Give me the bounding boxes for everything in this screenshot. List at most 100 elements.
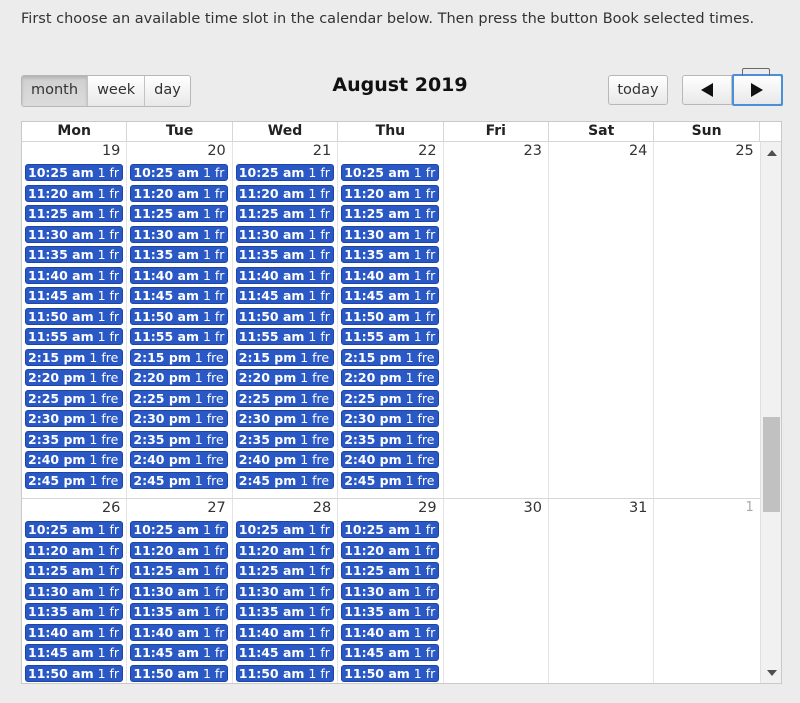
time-slot-event[interactable]: 2:40 pm 1 fre: [130, 451, 229, 468]
time-slot-event[interactable]: 10:25 am 1 fr: [130, 164, 229, 181]
time-slot-event[interactable]: 11:35 am 1 fr: [235, 246, 334, 263]
time-slot-event[interactable]: 2:30 pm 1 fre: [235, 410, 334, 427]
time-slot-event[interactable]: 11:20 am 1 fr: [341, 541, 440, 559]
time-slot-event[interactable]: 11:40 am 1 fr: [130, 266, 229, 284]
time-slot-event[interactable]: 11:30 am 1 fr: [235, 582, 334, 600]
time-slot-event[interactable]: 2:45 pm 1 fre: [25, 471, 123, 489]
time-slot-event[interactable]: 11:55 am 1 fr: [25, 328, 123, 345]
calendar-scrollbar[interactable]: [760, 142, 781, 683]
time-slot-event[interactable]: 11:50 am 1 fr: [235, 664, 334, 682]
time-slot-event[interactable]: 11:40 am 1 fr: [130, 623, 229, 641]
scroll-thumb[interactable]: [763, 417, 780, 512]
time-slot-event[interactable]: 11:30 am 1 fr: [341, 225, 440, 243]
time-slot-event[interactable]: 11:35 am 1 fr: [341, 246, 440, 263]
time-slot-event[interactable]: 11:45 am 1 fr: [25, 644, 123, 661]
time-slot-event[interactable]: 11:40 am 1 fr: [25, 623, 123, 641]
time-slot-event[interactable]: 11:30 am 1 fr: [25, 225, 123, 243]
time-slot-event[interactable]: 11:55 am 1 fr: [235, 328, 334, 345]
next-button[interactable]: [731, 68, 783, 106]
time-slot-event[interactable]: 11:30 am 1 fr: [130, 225, 229, 243]
month-view-button[interactable]: month: [22, 76, 89, 106]
time-slot-event[interactable]: 2:20 pm 1 fre: [130, 369, 229, 386]
time-slot-event[interactable]: 11:20 am 1 fr: [25, 184, 123, 202]
time-slot-event[interactable]: 11:30 am 1 fr: [130, 582, 229, 600]
time-slot-event[interactable]: 11:20 am 1 fr: [130, 541, 229, 559]
day-cell[interactable]: 21 10:25 am 1 fr 11:20 am 1 fr 11:25 am 1 f…: [233, 142, 339, 498]
time-slot-event[interactable]: 11:20 am 1 fr: [130, 184, 229, 202]
day-cell[interactable]: 26 10:25 am 1 fr 11:20 am 1 fr 11:25 am 1 f…: [22, 499, 128, 683]
day-cell[interactable]: 23: [444, 142, 549, 498]
time-slot-event[interactable]: 11:50 am 1 fr: [341, 664, 440, 682]
time-slot-event[interactable]: 11:25 am 1 fr: [341, 562, 440, 579]
time-slot-event[interactable]: 2:35 pm 1 fre: [25, 430, 123, 448]
time-slot-event[interactable]: 11:35 am 1 fr: [130, 246, 229, 263]
time-slot-event[interactable]: 11:25 am 1 fr: [235, 205, 334, 222]
time-slot-event[interactable]: 2:25 pm 1 fre: [25, 389, 123, 407]
time-slot-event[interactable]: 2:45 pm 1 fre: [341, 471, 440, 489]
time-slot-event[interactable]: 11:45 am 1 fr: [341, 644, 440, 661]
day-view-button[interactable]: day: [145, 76, 190, 106]
time-slot-event[interactable]: 11:40 am 1 fr: [235, 266, 334, 284]
time-slot-event[interactable]: 11:25 am 1 fr: [341, 205, 440, 222]
time-slot-event[interactable]: 11:25 am 1 fr: [130, 562, 229, 579]
time-slot-event[interactable]: 2:25 pm 1 fre: [130, 389, 229, 407]
day-cell[interactable]: 29 10:25 am 1 fr 11:20 am 1 fr 11:25 am 1 f…: [338, 499, 444, 683]
time-slot-event[interactable]: 2:30 pm 1 fre: [130, 410, 229, 427]
time-slot-event[interactable]: 2:20 pm 1 fre: [235, 369, 334, 386]
time-slot-event[interactable]: 10:25 am 1 fr: [130, 521, 229, 538]
time-slot-event[interactable]: 11:55 am 1 fr: [341, 328, 440, 345]
time-slot-event[interactable]: 11:30 am 1 fr: [341, 582, 440, 600]
time-slot-event[interactable]: 11:45 am 1 fr: [25, 287, 123, 304]
time-slot-event[interactable]: 10:25 am 1 fr: [341, 521, 440, 538]
time-slot-event[interactable]: 2:35 pm 1 fre: [341, 430, 440, 448]
time-slot-event[interactable]: 11:20 am 1 fr: [235, 184, 334, 202]
time-slot-event[interactable]: 2:20 pm 1 fre: [25, 369, 123, 386]
time-slot-event[interactable]: 11:45 am 1 fr: [130, 287, 229, 304]
time-slot-event[interactable]: 2:15 pm 1 fre: [235, 348, 334, 366]
time-slot-event[interactable]: 11:40 am 1 fr: [341, 266, 440, 284]
time-slot-event[interactable]: 11:35 am 1 fr: [235, 603, 334, 620]
time-slot-event[interactable]: 11:45 am 1 fr: [341, 287, 440, 304]
day-cell[interactable]: 31: [549, 499, 655, 683]
time-slot-event[interactable]: 2:30 pm 1 fre: [341, 410, 440, 427]
time-slot-event[interactable]: 10:25 am 1 fr: [25, 164, 123, 181]
time-slot-event[interactable]: 11:55 am 1 fr: [130, 328, 229, 345]
time-slot-event[interactable]: 11:35 am 1 fr: [25, 603, 123, 620]
time-slot-event[interactable]: 11:50 am 1 fr: [25, 307, 123, 325]
time-slot-event[interactable]: 2:25 pm 1 fre: [235, 389, 334, 407]
time-slot-event[interactable]: 2:15 pm 1 fre: [130, 348, 229, 366]
day-cell[interactable]: 28 10:25 am 1 fr 11:20 am 1 fr 11:25 am 1 f…: [233, 499, 339, 683]
time-slot-event[interactable]: 11:50 am 1 fr: [130, 664, 229, 682]
time-slot-event[interactable]: 11:40 am 1 fr: [235, 623, 334, 641]
time-slot-event[interactable]: 2:20 pm 1 fre: [341, 369, 440, 386]
today-button[interactable]: today: [608, 75, 668, 105]
time-slot-event[interactable]: 2:45 pm 1 fre: [235, 471, 334, 489]
time-slot-event[interactable]: 10:25 am 1 fr: [235, 521, 334, 538]
time-slot-event[interactable]: 11:45 am 1 fr: [235, 287, 334, 304]
day-cell[interactable]: 27 10:25 am 1 fr 11:20 am 1 fr 11:25 am 1 f…: [127, 499, 233, 683]
prev-button[interactable]: [683, 76, 732, 104]
scroll-up-icon[interactable]: [767, 150, 777, 156]
time-slot-event[interactable]: 11:40 am 1 fr: [25, 266, 123, 284]
time-slot-event[interactable]: 2:15 pm 1 fre: [341, 348, 440, 366]
week-view-button[interactable]: week: [88, 76, 146, 106]
time-slot-event[interactable]: 11:20 am 1 fr: [235, 541, 334, 559]
day-cell[interactable]: 19 10:25 am 1 fr 11:20 am 1 fr 11:25 am 1 f…: [22, 142, 128, 498]
time-slot-event[interactable]: 11:50 am 1 fr: [341, 307, 440, 325]
time-slot-event[interactable]: 11:25 am 1 fr: [25, 205, 123, 222]
time-slot-event[interactable]: 11:35 am 1 fr: [25, 246, 123, 263]
time-slot-event[interactable]: 11:30 am 1 fr: [25, 582, 123, 600]
time-slot-event[interactable]: 2:40 pm 1 fre: [235, 451, 334, 468]
time-slot-event[interactable]: 11:25 am 1 fr: [25, 562, 123, 579]
time-slot-event[interactable]: 10:25 am 1 fr: [341, 164, 440, 181]
time-slot-event[interactable]: 2:35 pm 1 fre: [235, 430, 334, 448]
time-slot-event[interactable]: 2:30 pm 1 fre: [25, 410, 123, 427]
time-slot-event[interactable]: 11:40 am 1 fr: [341, 623, 440, 641]
time-slot-event[interactable]: 11:45 am 1 fr: [235, 644, 334, 661]
time-slot-event[interactable]: 10:25 am 1 fr: [25, 521, 123, 538]
time-slot-event[interactable]: 2:25 pm 1 fre: [341, 389, 440, 407]
time-slot-event[interactable]: 11:35 am 1 fr: [341, 603, 440, 620]
time-slot-event[interactable]: 11:45 am 1 fr: [130, 644, 229, 661]
time-slot-event[interactable]: 2:15 pm 1 fre: [25, 348, 123, 366]
time-slot-event[interactable]: 2:45 pm 1 fre: [130, 471, 229, 489]
